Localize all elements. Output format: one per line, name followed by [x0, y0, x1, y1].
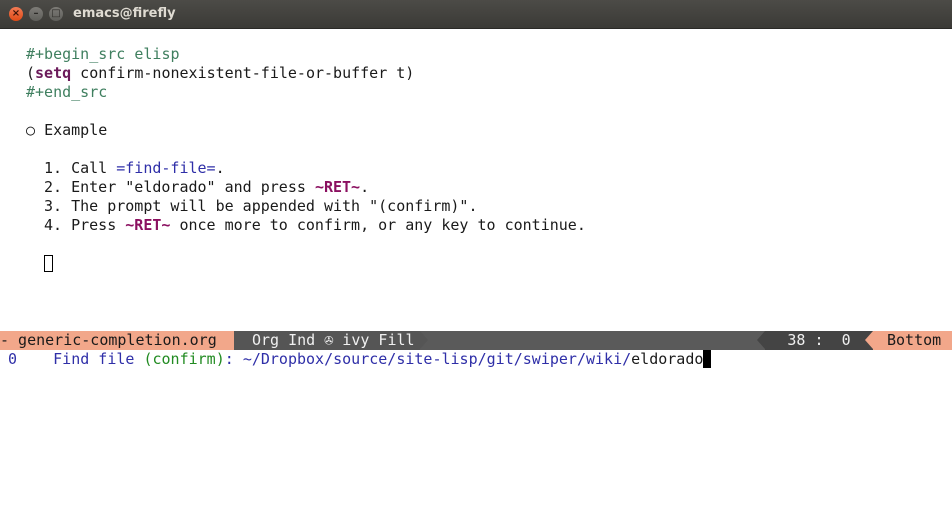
minibuffer[interactable]: 0 Find file (confirm): ~/Dropbox/source/… [8, 350, 712, 369]
mode-line: - generic-completion.org Org Ind ✇ ivy F… [0, 331, 952, 350]
list-item: 3. The prompt will be appended with "(co… [44, 197, 477, 216]
step-number: 2. [44, 178, 63, 196]
step-number: 4. [44, 216, 63, 234]
heading-bullet-icon: ○ [26, 121, 36, 139]
heading[interactable]: ○ Example [26, 121, 107, 140]
maximize-button[interactable]: □ [49, 7, 63, 21]
maximize-icon: □ [51, 8, 61, 19]
minimize-button[interactable]: – [29, 7, 43, 21]
code-line: (setq confirm-nonexistent-file-or-buffer… [26, 64, 414, 83]
window-title: emacs@firefly [73, 6, 176, 21]
step-text: Call [71, 159, 117, 177]
step-number: 1. [44, 159, 63, 177]
candidate-count: 0 [8, 350, 18, 368]
modeline-buffer-name[interactable]: - generic-completion.org [0, 331, 234, 350]
step-text: The prompt will be appended with "(confi… [71, 197, 478, 215]
code-keyword: setq [35, 64, 72, 82]
key-markup: ~RET~ [125, 216, 171, 234]
close-icon: × [11, 8, 21, 19]
modeline-position-text: 38 : 0 [787, 331, 851, 349]
key-markup: ~RET~ [314, 178, 361, 196]
minibuffer-prompt: Find file [53, 350, 144, 368]
directory-path: ~/Dropbox/source/site-lisp/git/swiper/wi… [242, 350, 632, 368]
step-number: 3. [44, 197, 63, 215]
code-open-paren: ( [26, 64, 36, 82]
buffer-cursor [44, 255, 53, 274]
heading-text: Example [44, 121, 108, 139]
modeline-scroll: Bottom [873, 331, 952, 350]
modeline-position: 38 : 0 [765, 331, 873, 350]
step-text: Enter "eldorado" and press [71, 178, 315, 196]
step-text-end: . [215, 159, 225, 177]
step-text-end: once more to confirm, or any key to cont… [170, 216, 586, 234]
list-item: 1. Call =find-file=. [44, 159, 225, 178]
hollow-cursor [44, 255, 53, 272]
window-titlebar: × – □ emacs@firefly [0, 0, 952, 29]
prompt-colon: : [224, 350, 243, 368]
src-block-end: #+end_src [26, 83, 108, 101]
modeline-modes[interactable]: Org Ind ✇ ivy Fill [234, 331, 420, 350]
confirm-label: (confirm) [143, 350, 225, 368]
list-item: 2. Enter "eldorado" and press ~RET~. [44, 178, 369, 197]
modeline-file-text: - generic-completion.org [0, 331, 217, 349]
list-item: 4. Press ~RET~ once more to confirm, or … [44, 216, 586, 235]
modeline-separator-icon [420, 331, 428, 349]
minibuffer-input[interactable]: eldorado [631, 350, 703, 368]
modeline-modes-text: Org Ind ✇ ivy Fill [252, 331, 415, 349]
modeline-separator-icon [865, 331, 873, 349]
minimize-icon: – [33, 8, 39, 19]
src-block-begin: #+begin_src elisp [26, 45, 180, 63]
close-button[interactable]: × [9, 7, 23, 21]
step-text: Press [71, 216, 126, 234]
code-rest: confirm-nonexistent-file-or-buffer t) [71, 64, 415, 82]
modeline-scroll-text: Bottom [887, 331, 942, 349]
modeline-separator-icon [757, 331, 765, 349]
step-text-end: . [360, 178, 370, 196]
inline-code: =find-file= [116, 159, 216, 177]
text-cursor [703, 350, 712, 368]
